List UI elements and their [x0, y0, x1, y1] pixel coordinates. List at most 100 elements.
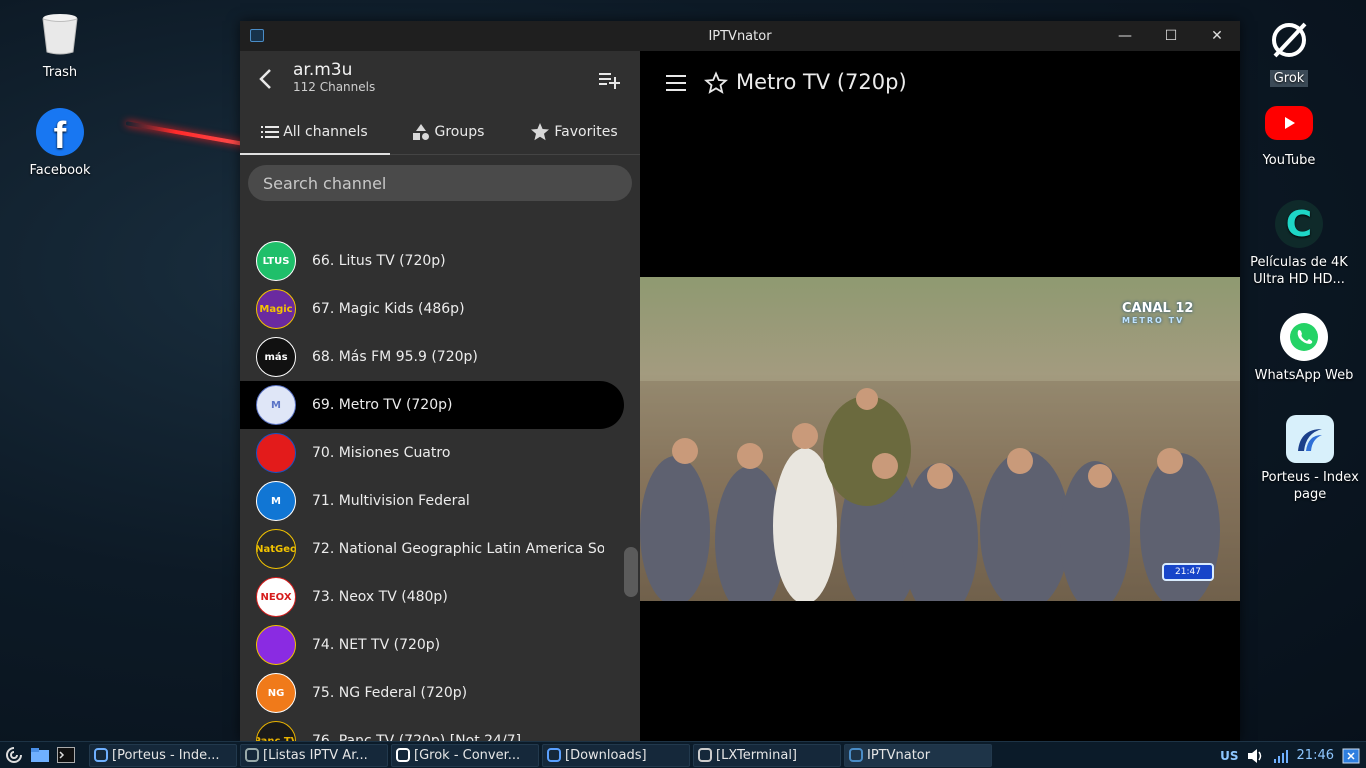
porteus-icon: [1286, 415, 1334, 463]
channel-item[interactable]: Panc TV 76. Panc TV (720p) [Not 24/7]: [240, 717, 640, 741]
channel-item[interactable]: 74. NET TV (720p): [240, 621, 640, 669]
channel-name: 69. Metro TV (720p): [312, 397, 453, 413]
taskbar-task-label: IPTVnator: [867, 747, 931, 763]
minimize-button[interactable]: —: [1102, 21, 1148, 51]
grok-icon: [1265, 16, 1313, 64]
taskbar-task-label: [Listas IPTV Ar...: [263, 747, 368, 763]
system-tray: US 21:46: [1220, 742, 1366, 768]
desktop-icon-label: Facebook: [29, 163, 91, 178]
channel-list-scrollbar[interactable]: [624, 547, 638, 597]
desktop-icon-label: Porteus - Index page: [1261, 470, 1359, 502]
channel-item[interactable]: NatGeo 72. National Geographic Latin Amer…: [240, 525, 640, 573]
favorite-star-icon[interactable]: [704, 71, 728, 95]
desktop-icon-label: WhatsApp Web: [1254, 368, 1354, 383]
channel-tabs: All channels Groups Favorites: [240, 109, 640, 155]
tab-groups[interactable]: Groups: [389, 109, 508, 154]
video-clock-overlay: 21:47: [1162, 563, 1214, 581]
network-signal-icon[interactable]: [1273, 748, 1289, 764]
grok-icon: [396, 748, 410, 762]
channel-name: 70. Misiones Cuatro: [312, 445, 451, 461]
desktop-icon-trash[interactable]: Trash: [5, 10, 115, 81]
desktop-icon-grok[interactable]: Grok: [1234, 16, 1344, 87]
window-title: IPTVnator: [708, 28, 772, 44]
desktop-icon-porteus[interactable]: Porteus - Index page: [1255, 415, 1365, 503]
channel-name: 66. Litus TV (720p): [312, 253, 446, 269]
desktop-icon-label: Grok: [1269, 70, 1309, 87]
player-pane: Metro TV (720p) CANAL 12 METRO TV 21:47: [640, 51, 1240, 741]
channel-item[interactable]: M 69. Metro TV (720p): [240, 381, 624, 429]
channel-logo: NEOX: [256, 577, 296, 617]
tab-label: Groups: [434, 123, 485, 140]
channel-item[interactable]: más 68. Más FM 95.9 (720p): [240, 333, 640, 381]
channel-item[interactable]: 70. Misiones Cuatro: [240, 429, 640, 477]
tab-favorites[interactable]: Favorites: [508, 109, 640, 154]
taskbar-task-label: [Porteus - Inde...: [112, 747, 220, 763]
channel-item[interactable]: NEOX 73. Neox TV (480p): [240, 573, 640, 621]
whatsapp-icon: [1280, 313, 1328, 361]
taskbar-task-label: [Downloads]: [565, 747, 647, 763]
desktop-icon-label: Trash: [42, 65, 78, 80]
channel-logo: NatGeo: [256, 529, 296, 569]
show-desktop-icon[interactable]: [1342, 748, 1360, 764]
video-frame-image: [640, 381, 1240, 601]
channel-name: 68. Más FM 95.9 (720p): [312, 349, 478, 365]
taskbar-task[interactable]: [Listas IPTV Ar...: [240, 743, 388, 767]
wallpaper-streak: [125, 121, 250, 147]
terminal-launcher-icon[interactable]: [54, 744, 78, 766]
keyboard-layout[interactable]: US: [1220, 749, 1238, 763]
taskbar-task[interactable]: IPTVnator: [844, 743, 992, 767]
channel-name: 72. National Geographic Latin America So…: [312, 541, 604, 557]
channel-logo: M: [256, 385, 296, 425]
channel-logo: [256, 433, 296, 473]
desktop-icon-label: Películas de 4K Ultra HD HD...: [1250, 255, 1348, 287]
cuevana-icon: C: [1275, 200, 1323, 248]
file-manager-icon[interactable]: [28, 744, 52, 766]
globe-icon: [245, 748, 259, 762]
channel-sidebar: ar.m3u 112 Channels All channels Groups …: [240, 51, 640, 741]
iptv-app-icon: [250, 29, 264, 42]
tab-label: Favorites: [554, 123, 618, 140]
taskbar-task[interactable]: [Porteus - Inde...: [89, 743, 237, 767]
channel-watermark: CANAL 12 METRO TV: [1122, 301, 1193, 325]
search-placeholder: Search channel: [263, 173, 387, 193]
watermark-subtext: METRO TV: [1122, 316, 1185, 325]
desktop-icon-cuevana[interactable]: C Películas de 4K Ultra HD HD...: [1244, 200, 1354, 288]
channel-logo: LTUS: [256, 241, 296, 281]
taskbar-task[interactable]: [Downloads]: [542, 743, 690, 767]
taskbar-task[interactable]: [Grok - Conver...: [391, 743, 539, 767]
channel-name: 75. NG Federal (720p): [312, 685, 468, 701]
channel-logo: M: [256, 481, 296, 521]
back-arrow-icon[interactable]: [254, 65, 278, 93]
taskbar: [Porteus - Inde... [Listas IPTV Ar... [Gro…: [0, 741, 1366, 768]
taskbar-task-label: [Grok - Conver...: [414, 747, 521, 763]
window-titlebar[interactable]: IPTVnator — ☐ ✕: [240, 21, 1240, 51]
start-menu-icon[interactable]: [2, 744, 26, 766]
channel-item[interactable]: M 71. Multivision Federal: [240, 477, 640, 525]
maximize-button[interactable]: ☐: [1148, 21, 1194, 51]
playlist-add-icon[interactable]: [597, 69, 621, 91]
desktop-icon-facebook[interactable]: f Facebook: [5, 108, 115, 179]
channel-name: 76. Panc TV (720p) [Not 24/7]: [312, 733, 522, 741]
channel-item[interactable]: NG 75. NG Federal (720p): [240, 669, 640, 717]
channel-item[interactable]: Magic 67. Magic Kids (486p): [240, 285, 640, 333]
menu-icon[interactable]: [666, 75, 686, 91]
star-icon: [531, 122, 550, 140]
channel-name: 71. Multivision Federal: [312, 493, 470, 509]
youtube-icon: [1265, 106, 1313, 140]
facebook-icon: f: [36, 108, 84, 157]
playlist-name: ar.m3u: [293, 60, 353, 80]
tab-all-channels[interactable]: All channels: [240, 109, 389, 154]
list-icon: [261, 125, 280, 138]
channel-item[interactable]: LTUS 66. Litus TV (720p): [240, 237, 640, 285]
video-player[interactable]: CANAL 12 METRO TV 21:47: [640, 277, 1240, 601]
taskbar-task[interactable]: [LXTerminal]: [693, 743, 841, 767]
close-button[interactable]: ✕: [1194, 21, 1240, 51]
search-channel-input[interactable]: Search channel: [248, 165, 632, 201]
volume-icon[interactable]: [1247, 748, 1265, 764]
tab-label: All channels: [283, 123, 368, 140]
desktop-icon-whatsapp[interactable]: WhatsApp Web: [1249, 313, 1359, 384]
channel-name: 74. NET TV (720p): [312, 637, 441, 653]
desktop-icon-youtube[interactable]: YouTube: [1234, 100, 1344, 169]
channel-logo: NG: [256, 673, 296, 713]
current-channel-title: Metro TV (720p): [736, 70, 907, 94]
